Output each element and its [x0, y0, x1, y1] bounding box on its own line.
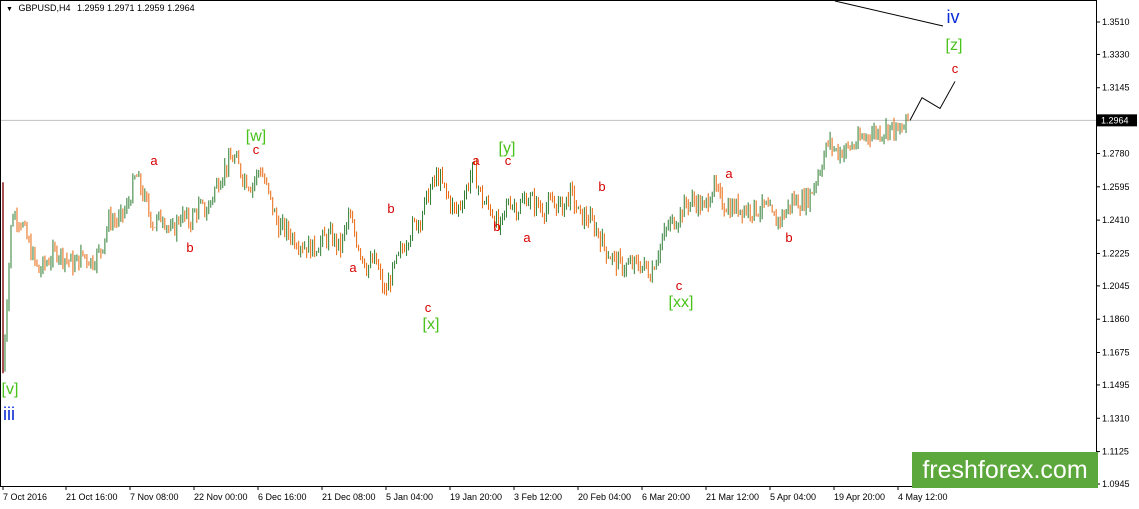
ohlc-values: 1.2959 1.2971 1.2959 1.2964 [76, 3, 195, 13]
wave-label: iv [947, 7, 960, 27]
wave-label: c [676, 278, 683, 293]
wave-label: b [785, 230, 792, 245]
x-tick-label: 4 May 12:00 [898, 492, 948, 502]
x-tick-label: 7 Oct 2016 [3, 492, 47, 502]
x-axis: 7 Oct 2016 21 Oct 16:00 7 Nov 08:00 22 Nov … [2, 486, 948, 502]
x-tick-label: 3 Feb 12:00 [514, 492, 562, 502]
price-tag-label: 1.2964 [1101, 115, 1129, 125]
wave-label: [v] [2, 381, 19, 398]
wave-label: c [505, 153, 512, 168]
x-tick-label: 19 Jan 20:00 [450, 492, 502, 502]
symbol-header: ▼ GBPUSD,H4 1.2959 1.2971 1.2959 1.2964 [6, 3, 195, 13]
x-tick-label: 7 Nov 08:00 [130, 492, 179, 502]
x-tick-label: 5 Apr 04:00 [770, 492, 816, 502]
symbol-name: GBPUSD,H4 [18, 3, 71, 13]
wave-label: b [186, 240, 193, 255]
x-tick-label: 22 Nov 00:00 [194, 492, 248, 502]
brand-logo: freshforex.com [912, 452, 1098, 488]
wave-label: b [493, 219, 500, 234]
wave-label: iii [3, 404, 15, 424]
y-tick-label: 1.1310 [1102, 413, 1130, 423]
y-tick-label: 1.3330 [1102, 49, 1130, 59]
wave-label: c [952, 61, 959, 76]
wave-label: a [725, 166, 733, 181]
plot-area [0, 0, 1097, 487]
wave-label: b [387, 201, 394, 216]
dropdown-triangle-icon[interactable]: ▼ [6, 6, 13, 13]
wave-label: [x] [423, 316, 440, 333]
x-tick-label: 19 Apr 20:00 [834, 492, 885, 502]
y-tick-label: 1.0945 [1102, 479, 1130, 489]
y-tick-label: 1.1675 [1102, 348, 1130, 358]
wave-label: a [150, 153, 158, 168]
y-axis: 1.3510 1.3330 1.3145 1.2964 1.2780 1.2595 1.24… [1096, 17, 1130, 489]
wave-label: [xx] [669, 294, 694, 311]
wave-label: [z] [946, 37, 963, 54]
wave-label: b [598, 179, 605, 194]
y-tick-label: 1.1495 [1102, 380, 1130, 390]
y-tick-label: 1.1125 [1102, 447, 1129, 457]
y-tick-label: 1.3510 [1102, 17, 1130, 27]
x-tick-label: 21 Dec 08:00 [322, 492, 376, 502]
price-chart[interactable]: 1.3510 1.3330 1.3145 1.2964 1.2780 1.2595 1.24… [0, 0, 1139, 509]
x-tick-label: 20 Feb 04:00 [578, 492, 631, 502]
x-tick-label: 6 Mar 20:00 [642, 492, 690, 502]
y-tick-label: 1.2225 [1102, 248, 1130, 258]
y-tick-label: 1.2780 [1102, 148, 1130, 158]
wave-label: a [523, 230, 531, 245]
y-tick-label: 1.2410 [1102, 215, 1130, 225]
x-tick-label: 6 Dec 16:00 [258, 492, 307, 502]
current-price-tag: 1.2964 [1097, 114, 1137, 127]
y-tick-label: 1.2595 [1102, 182, 1130, 192]
y-tick-label: 1.3145 [1102, 83, 1130, 93]
x-tick-label: 21 Oct 16:00 [66, 492, 118, 502]
y-tick-label: 1.2045 [1102, 281, 1130, 291]
wave-label: a [472, 153, 480, 168]
x-tick-label: 21 Mar 12:00 [706, 492, 759, 502]
wave-label: c [425, 300, 432, 315]
x-tick-label: 5 Jan 04:00 [386, 492, 433, 502]
wave-label: c [253, 142, 260, 157]
y-tick-label: 1.1860 [1102, 314, 1130, 324]
wave-label: a [349, 260, 357, 275]
